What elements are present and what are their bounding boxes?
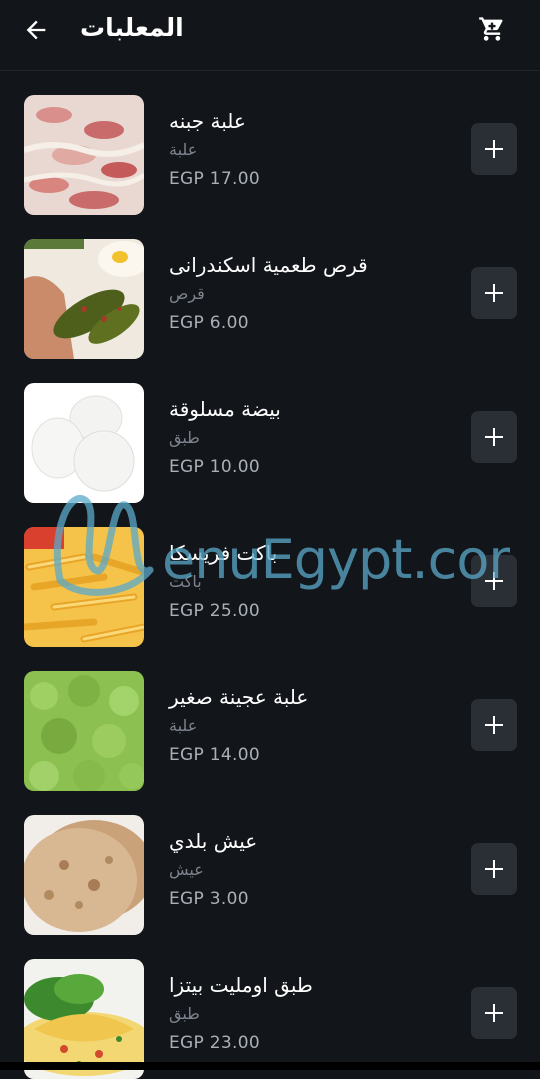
item-name: باكت فريسكا	[169, 541, 278, 565]
item-image	[24, 383, 144, 503]
item-name: بيضة مسلوقة	[169, 397, 281, 421]
item-name: عيش بلدي	[169, 829, 258, 853]
item-unit: عيش	[169, 860, 204, 879]
page-title: المعلبات	[80, 13, 184, 42]
cart-icon	[479, 17, 503, 41]
item-price: EGP 3.00	[169, 889, 249, 909]
plus-icon	[485, 860, 503, 878]
item-unit: علبة	[169, 140, 198, 159]
app-header: المعلبات	[0, 0, 540, 71]
item-unit: باكت	[169, 572, 202, 591]
item-unit: علبة	[169, 716, 198, 735]
add-to-cart-button[interactable]	[471, 123, 517, 175]
menu-list: علبة جبنه علبة EGP 17.00 قرص طعمية اسكند…	[0, 71, 540, 1079]
item-price: EGP 6.00	[169, 313, 249, 333]
plus-icon	[485, 284, 503, 302]
plus-icon	[485, 716, 503, 734]
list-item[interactable]: عيش بلدي عيش EGP 3.00	[0, 791, 540, 935]
item-image	[24, 527, 144, 647]
item-name: طبق اومليت بيتزا	[169, 973, 313, 997]
add-to-cart-button[interactable]	[471, 699, 517, 751]
bottom-edge	[0, 1062, 540, 1070]
plus-icon	[485, 1004, 503, 1022]
item-image	[24, 815, 144, 935]
plus-icon	[485, 572, 503, 590]
add-to-cart-button[interactable]	[471, 267, 517, 319]
list-item[interactable]: علبة عجينة صغير علبة EGP 14.00	[0, 647, 540, 791]
item-image	[24, 239, 144, 359]
item-price: EGP 23.00	[169, 1033, 260, 1053]
list-item[interactable]: طبق اومليت بيتزا طبق EGP 23.00	[0, 935, 540, 1079]
add-to-cart-button[interactable]	[471, 987, 517, 1039]
plus-icon	[485, 140, 503, 158]
list-item[interactable]: علبة جبنه علبة EGP 17.00	[0, 71, 540, 215]
item-unit: قرص	[169, 284, 205, 303]
item-price: EGP 17.00	[169, 169, 260, 189]
item-price: EGP 10.00	[169, 457, 260, 477]
item-price: EGP 25.00	[169, 601, 260, 621]
list-item[interactable]: بيضة مسلوقة طبق EGP 10.00	[0, 359, 540, 503]
back-button[interactable]	[18, 12, 54, 48]
item-unit: طبق	[169, 428, 200, 447]
item-unit: طبق	[169, 1004, 200, 1023]
item-name: علبة جبنه	[169, 109, 246, 133]
list-item[interactable]: قرص طعمية اسكندرانى قرص EGP 6.00	[0, 215, 540, 359]
add-to-cart-button[interactable]	[471, 843, 517, 895]
list-item[interactable]: باكت فريسكا باكت EGP 25.00	[0, 503, 540, 647]
add-to-cart-button[interactable]	[471, 411, 517, 463]
add-to-cart-button[interactable]	[471, 555, 517, 607]
item-image	[24, 959, 144, 1079]
item-name: قرص طعمية اسكندرانى	[169, 253, 368, 277]
item-price: EGP 14.00	[169, 745, 260, 765]
plus-icon	[485, 428, 503, 446]
item-image	[24, 95, 144, 215]
item-image	[24, 671, 144, 791]
arrow-left-icon	[26, 20, 46, 40]
item-name: علبة عجينة صغير	[169, 685, 309, 709]
cart-button[interactable]	[474, 11, 510, 47]
